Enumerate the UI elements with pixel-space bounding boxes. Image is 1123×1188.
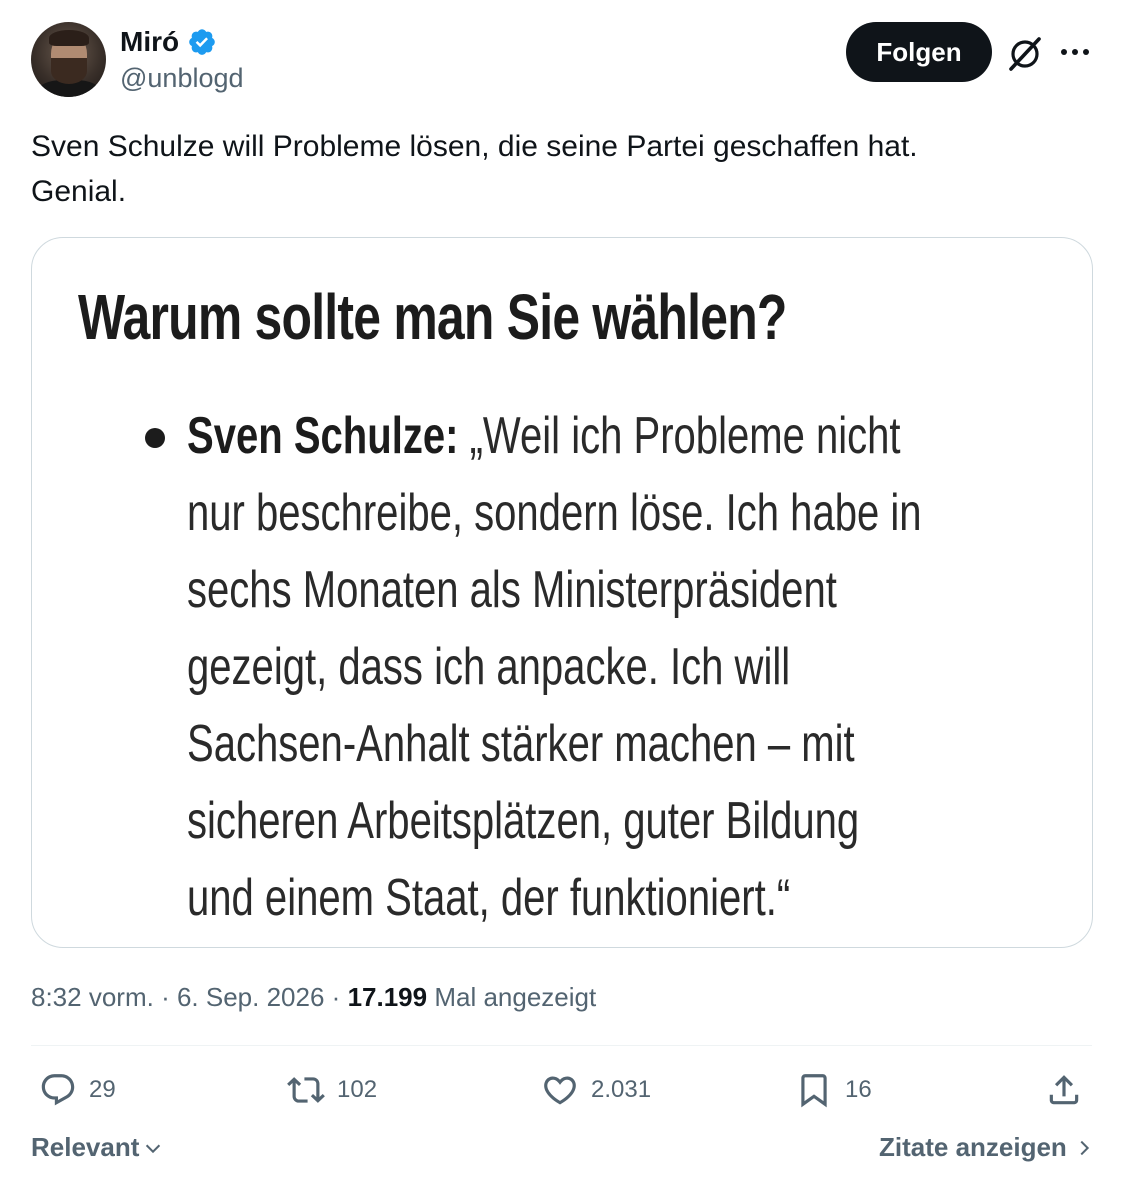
- heart-icon: [544, 1076, 576, 1105]
- quote-line: gezeigt, dass ich anpacke. Ich will: [187, 638, 791, 696]
- like-button[interactable]: 2.031: [541, 1068, 651, 1112]
- reply-button[interactable]: 29: [39, 1068, 116, 1112]
- media-heading: Warum sollte man Sie wählen?: [78, 281, 787, 353]
- tweet-date[interactable]: 6. Sep. 2026: [177, 982, 324, 1012]
- meta-separator: ·: [331, 982, 341, 1012]
- repost-icon: [287, 1077, 325, 1103]
- view-count[interactable]: 17.199: [348, 982, 428, 1012]
- views-label: Mal angezeigt: [434, 982, 597, 1012]
- reply-count: 29: [89, 1076, 116, 1103]
- media-quote: Sven Schulze: „Weil ich Probleme nicht n…: [187, 398, 1034, 937]
- grok-icon[interactable]: [1005, 33, 1045, 73]
- tweet-text-line: Sven Schulze will Probleme lösen, die se…: [31, 130, 918, 163]
- tweet-time[interactable]: 8:32 vorm.: [31, 982, 154, 1012]
- author-handle[interactable]: @unblogd: [120, 62, 244, 94]
- quote-line: nur beschreibe, sondern löse. Ich habe i…: [187, 484, 922, 542]
- tweet-meta: 8:32 vorm. · 6. Sep. 2026 · 17.199 Mal a…: [31, 979, 596, 1015]
- meta-separator: ·: [161, 982, 170, 1012]
- verified-badge-icon: [189, 29, 215, 55]
- bookmark-count: 16: [845, 1076, 872, 1103]
- share-icon: [1049, 1075, 1079, 1105]
- author-name[interactable]: Miró: [120, 26, 179, 58]
- bookmark-icon: [801, 1074, 827, 1108]
- divider: [31, 1045, 1092, 1046]
- quote-line: sechs Monaten als Ministerpräsident: [187, 561, 837, 619]
- tweet-text-line: Genial.: [31, 175, 127, 208]
- quote-line: Sachsen-Anhalt stärker machen – mit: [187, 715, 855, 773]
- reply-icon: [41, 1074, 75, 1106]
- avatar-hair: [49, 30, 89, 46]
- share-button[interactable]: [1045, 1068, 1095, 1112]
- more-options-icon[interactable]: [1058, 37, 1092, 67]
- quote-line: und einem Staat, der funktioniert.“: [187, 869, 791, 927]
- chevron-down-icon: [146, 1144, 161, 1153]
- avatar-beard: [51, 58, 87, 84]
- quote-text: „Weil ich Probleme nicht: [469, 407, 901, 465]
- quote-line: sicheren Arbeitsplätzen, guter Bildung: [187, 792, 860, 850]
- quote-line: Sven Schulze: „Weil ich Probleme nicht: [187, 398, 1034, 475]
- like-count: 2.031: [591, 1076, 652, 1103]
- quote-speaker: Sven Schulze:: [187, 407, 459, 465]
- chevron-right-icon: [1080, 1140, 1089, 1155]
- tweet-text: Sven Schulze will Probleme lösen, die se…: [31, 124, 1091, 214]
- avatar[interactable]: [31, 22, 106, 97]
- repost-count: 102: [337, 1076, 378, 1103]
- sort-label: Relevant: [31, 1132, 140, 1162]
- view-quotes-link[interactable]: Zitate anzeigen: [879, 1132, 1095, 1163]
- follow-button[interactable]: Folgen: [846, 22, 992, 82]
- sort-replies-dropdown[interactable]: Relevant: [31, 1132, 164, 1163]
- tweet-media-image[interactable]: Warum sollte man Sie wählen? Sven Schulz…: [31, 237, 1093, 948]
- repost-button[interactable]: 102: [287, 1068, 377, 1112]
- bullet-point: [145, 428, 165, 448]
- quotes-label: Zitate anzeigen: [879, 1132, 1067, 1162]
- bookmark-button[interactable]: 16: [795, 1068, 872, 1112]
